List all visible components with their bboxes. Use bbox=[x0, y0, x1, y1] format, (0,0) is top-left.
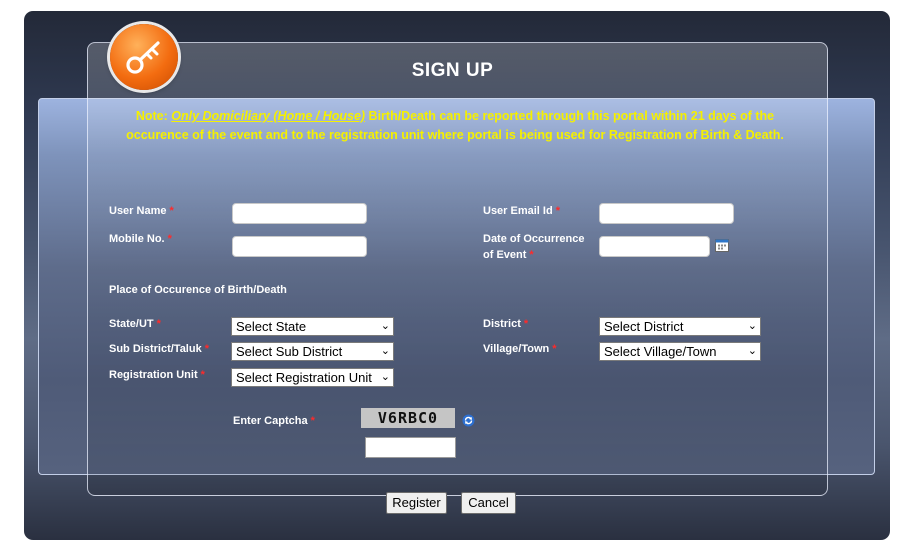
cancel-button[interactable]: Cancel bbox=[461, 492, 516, 514]
state-label: State/UT * bbox=[109, 316, 161, 332]
note-text: Note: Only Domiciliary (Home / House) Bi… bbox=[120, 107, 790, 144]
district-label: District * bbox=[483, 316, 528, 332]
captcha-label-text: Enter Captcha bbox=[233, 415, 308, 427]
village-select-value: Select Village/Town bbox=[604, 344, 717, 359]
required-mark: * bbox=[200, 369, 205, 381]
mobile-label: Mobile No. * bbox=[109, 231, 172, 247]
village-label-text: Village/Town bbox=[483, 343, 550, 355]
username-label-text: User Name bbox=[109, 205, 167, 217]
registration-unit-select[interactable]: Select Registration Unit ⌄ bbox=[231, 368, 394, 387]
required-mark: * bbox=[555, 205, 560, 217]
chevron-down-icon: ⌄ bbox=[380, 320, 390, 332]
mobile-input[interactable] bbox=[232, 236, 367, 257]
username-label: User Name * bbox=[109, 203, 174, 219]
state-select-value: Select State bbox=[236, 319, 307, 334]
chevron-down-icon: ⌄ bbox=[747, 345, 757, 357]
regunit-label: Registration Unit * bbox=[109, 367, 205, 383]
village-select[interactable]: Select Village/Town ⌄ bbox=[599, 342, 761, 361]
required-mark: * bbox=[156, 318, 161, 330]
username-input[interactable] bbox=[232, 203, 367, 224]
chevron-down-icon: ⌄ bbox=[380, 371, 390, 383]
chevron-down-icon: ⌄ bbox=[380, 345, 390, 357]
register-button[interactable]: Register bbox=[386, 492, 447, 514]
captcha-input[interactable] bbox=[365, 437, 456, 458]
captcha-image: V6RBC0 bbox=[361, 408, 455, 428]
captcha-label: Enter Captcha * bbox=[233, 413, 315, 429]
email-label: User Email Id * bbox=[483, 203, 560, 219]
key-icon bbox=[110, 24, 178, 90]
state-select[interactable]: Select State ⌄ bbox=[231, 317, 394, 336]
date-label: Date of Occurrence of Event * bbox=[483, 231, 584, 263]
subdistrict-label-text: Sub District/Taluk bbox=[109, 343, 202, 355]
calendar-icon[interactable] bbox=[715, 239, 729, 252]
regunit-select-value: Select Registration Unit bbox=[236, 370, 372, 385]
state-label-text: State/UT bbox=[109, 318, 154, 330]
required-mark: * bbox=[529, 249, 534, 261]
required-mark: * bbox=[552, 343, 557, 355]
event-date-input[interactable] bbox=[599, 236, 710, 257]
required-mark: * bbox=[167, 233, 172, 245]
required-mark: * bbox=[523, 318, 529, 330]
subdistrict-select[interactable]: Select Sub District ⌄ bbox=[231, 342, 394, 361]
note-prefix: Note: bbox=[135, 109, 172, 123]
subdistrict-select-value: Select Sub District bbox=[236, 344, 343, 359]
page-title: SIGN UP bbox=[411, 60, 494, 81]
regunit-label-text: Registration Unit bbox=[109, 369, 198, 381]
subdistrict-label: Sub District/Taluk * bbox=[109, 341, 209, 357]
chevron-down-icon: ⌄ bbox=[747, 320, 757, 332]
email-input[interactable] bbox=[599, 203, 734, 224]
date-label-line2: of Event bbox=[483, 249, 527, 261]
place-heading: Place of Occurence of Birth/Death bbox=[109, 284, 287, 296]
note-emphasis: Only Domiciliary (Home / House) bbox=[171, 109, 366, 123]
email-label-text: User Email Id bbox=[483, 205, 553, 217]
mobile-label-text: Mobile No. bbox=[109, 233, 165, 245]
required-mark: * bbox=[310, 415, 315, 427]
district-select[interactable]: Select District ⌄ bbox=[599, 317, 761, 336]
refresh-icon[interactable] bbox=[462, 414, 475, 427]
required-mark: * bbox=[204, 343, 209, 355]
date-label-line1: Date of Occurrence bbox=[483, 233, 585, 245]
village-label: Village/Town * bbox=[483, 341, 557, 357]
district-select-value: Select District bbox=[604, 319, 684, 334]
required-mark: * bbox=[169, 205, 174, 217]
district-label-text: District bbox=[483, 318, 521, 330]
